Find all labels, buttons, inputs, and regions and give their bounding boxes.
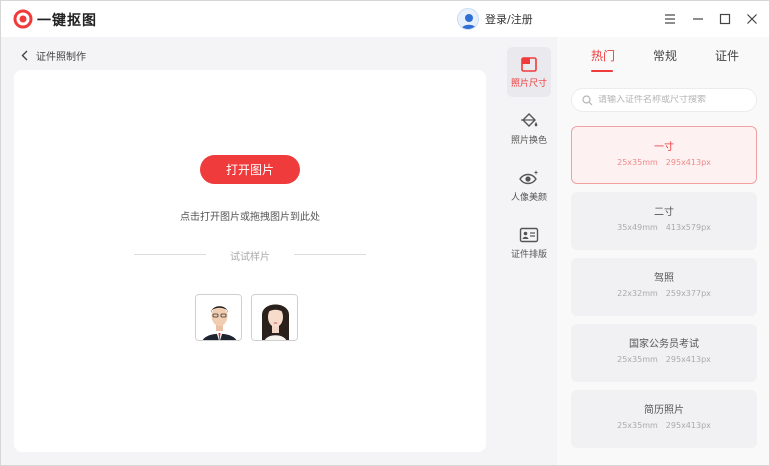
size-card-2inch[interactable]: 二寸 35x49mm 413x579px	[571, 192, 757, 250]
app-title: 一键抠图	[37, 13, 97, 29]
size-search[interactable]	[571, 88, 757, 112]
drop-hint: 点击打开图片或拖拽图片到此处	[180, 212, 320, 223]
login-register-link[interactable]: 登录/注册	[485, 11, 533, 27]
size-px: 295x413px	[665, 355, 711, 364]
size-card-civil-exam[interactable]: 国家公务员考试 25x35mm 295x413px	[571, 324, 757, 382]
male-portrait-image	[196, 295, 241, 340]
upload-card[interactable]: 打开图片 点击打开图片或拖拽图片到此处 试试样片	[14, 70, 486, 452]
tool-photo-size[interactable]: 照片尺寸	[507, 47, 551, 97]
size-dimensions: 22x32mm 259x377px	[571, 289, 757, 298]
size-card-1inch[interactable]: 一寸 25x35mm 295x413px	[571, 126, 757, 184]
app-logo-icon	[13, 9, 33, 29]
size-name: 二寸	[654, 207, 674, 218]
size-px: 295x413px	[665, 421, 711, 430]
open-image-button[interactable]: 打开图片	[200, 155, 300, 184]
size-mm: 25x35mm	[617, 355, 658, 364]
avatar[interactable]	[457, 8, 479, 30]
title-bar: 一键抠图 登录/注册	[1, 1, 769, 37]
menu-button[interactable]	[661, 10, 679, 28]
tool-label: 照片尺寸	[510, 79, 547, 89]
sample-divider: 试试样片	[134, 248, 366, 263]
female-portrait-image	[252, 295, 297, 340]
size-name: 国家公务员考试	[629, 339, 699, 350]
login-area[interactable]: 登录/注册	[457, 7, 533, 31]
tool-id-layout[interactable]: 证件排版	[507, 218, 551, 268]
size-px: 259x377px	[665, 289, 711, 298]
back-chevron-icon[interactable]	[21, 50, 28, 61]
search-input[interactable]	[598, 95, 748, 105]
size-px: 413x579px	[665, 223, 711, 232]
user-avatar-icon	[461, 14, 477, 29]
size-px: 295x413px	[665, 158, 711, 167]
tool-label: 照片换色	[510, 136, 547, 146]
photo-size-icon	[521, 57, 537, 72]
size-name: 一寸	[654, 142, 674, 153]
divider-line-right	[294, 254, 366, 255]
tool-label: 人像美颜	[510, 193, 547, 203]
size-dimensions: 25x35mm 295x413px	[571, 421, 757, 430]
size-panel: 热门 常规 证件 一寸 25x35mm 295x413px 二寸 35x49mm 4…	[557, 37, 769, 465]
sample-photo-female[interactable]	[251, 294, 298, 341]
size-dimensions: 35x49mm 413x579px	[571, 223, 757, 232]
breadcrumb[interactable]: 证件照制作	[21, 47, 86, 63]
minimize-icon	[693, 18, 703, 20]
app-window: 一键抠图 登录/注册 证件照制作 打开图片 点击打开图片或拖拽图片到此处 试试样…	[0, 0, 770, 466]
maximize-button[interactable]	[716, 10, 734, 28]
size-mm: 25x35mm	[617, 158, 658, 167]
size-name: 简历照片	[644, 405, 684, 416]
tool-photo-recolor[interactable]: 照片换色	[507, 104, 551, 154]
size-mm: 35x49mm	[617, 223, 658, 232]
sample-label: 试试样片	[230, 252, 270, 263]
minimize-button[interactable]	[689, 10, 707, 28]
size-card-driver-license[interactable]: 驾照 22x32mm 259x377px	[571, 258, 757, 316]
paint-bucket-icon	[521, 113, 538, 127]
close-button[interactable]	[743, 10, 761, 28]
hamburger-menu-icon	[665, 14, 675, 24]
workspace-panel: 证件照制作 打开图片 点击打开图片或拖拽图片到此处 试试样片	[1, 37, 501, 465]
eye-sparkle-icon	[519, 170, 539, 185]
maximize-icon	[719, 13, 731, 25]
tab-regular[interactable]: 常规	[653, 47, 677, 64]
tab-certificate[interactable]: 证件	[715, 47, 739, 64]
close-icon	[747, 14, 757, 24]
search-icon	[582, 94, 593, 105]
active-tab-indicator	[591, 70, 613, 72]
size-mm: 22x32mm	[617, 289, 658, 298]
tab-hot[interactable]: 热门	[591, 47, 615, 64]
tool-column: 照片尺寸 照片换色 人像美颜 证件排版	[501, 37, 557, 465]
size-card-resume[interactable]: 简历照片 25x35mm 295x413px	[571, 390, 757, 448]
size-dimensions: 25x35mm 295x413px	[571, 355, 757, 364]
sample-photo-male[interactable]	[195, 294, 242, 341]
breadcrumb-label: 证件照制作	[36, 51, 86, 63]
tool-label: 证件排版	[510, 250, 547, 260]
size-mm: 25x35mm	[617, 421, 658, 430]
size-dimensions: 25x35mm 295x413px	[572, 158, 756, 167]
tool-portrait-beauty[interactable]: 人像美颜	[507, 161, 551, 211]
id-card-icon	[519, 227, 539, 243]
size-name: 驾照	[654, 273, 674, 284]
